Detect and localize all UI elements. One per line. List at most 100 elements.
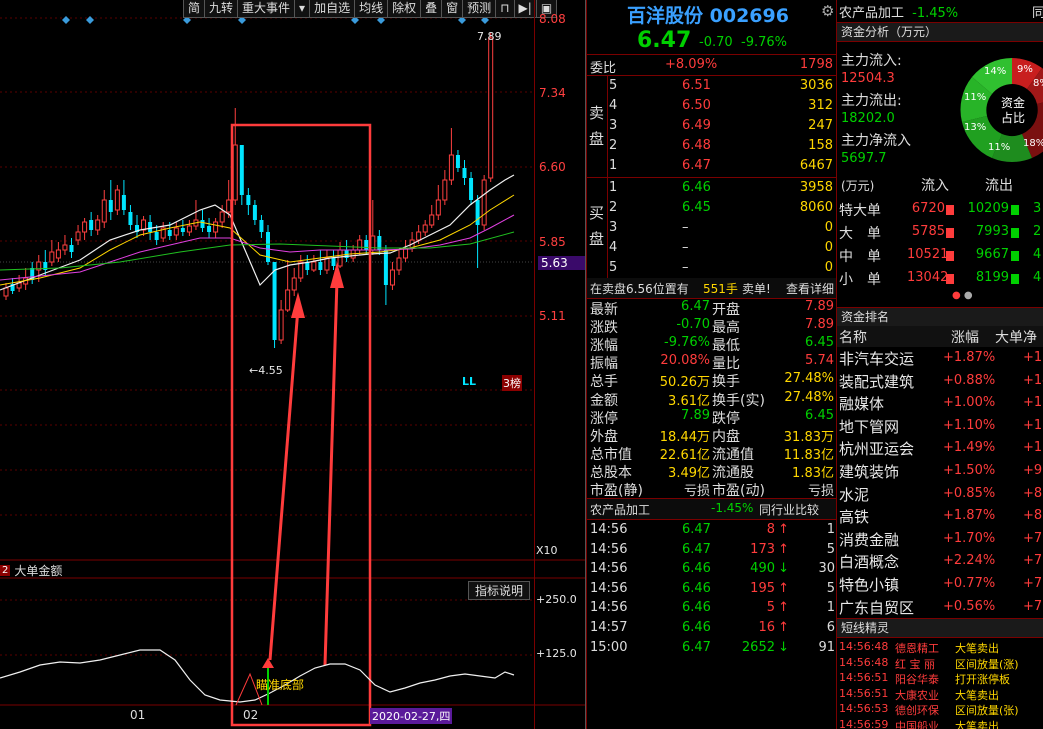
candlestick[interactable] — [364, 240, 369, 250]
candlestick[interactable] — [475, 200, 480, 225]
candlestick[interactable] — [167, 230, 172, 236]
candlestick[interactable] — [416, 231, 422, 241]
rank-row[interactable]: 融媒体 +1.00% +12 — [837, 392, 1043, 414]
buy-level-row[interactable]: 5 – 0 — [587, 258, 837, 278]
candlestick[interactable] — [272, 262, 277, 340]
rank-row[interactable]: 特色小镇 +0.77% +7 — [837, 573, 1043, 595]
sell-level-row[interactable]: 2 6.48 158 — [587, 136, 837, 156]
candlestick[interactable] — [121, 195, 126, 210]
candlestick[interactable] — [396, 257, 402, 271]
toolbar-ma[interactable]: 均线 — [354, 0, 389, 18]
candlestick[interactable] — [435, 199, 441, 216]
candlestick[interactable] — [337, 249, 343, 267]
candlestick[interactable] — [207, 226, 212, 232]
rank-row[interactable]: 杭州亚运会 +1.49% +10 — [837, 437, 1043, 459]
candlestick[interactable] — [186, 225, 192, 233]
rank-row[interactable]: 建筑装饰 +1.50% +9 — [837, 460, 1043, 482]
rank-row[interactable]: 装配式建筑 +0.88% +14 — [837, 370, 1043, 392]
candlestick[interactable] — [442, 179, 448, 201]
candlestick[interactable] — [259, 220, 264, 232]
sell-level-row[interactable]: 3 6.49 247 — [587, 116, 837, 136]
candlestick[interactable] — [62, 244, 68, 251]
rank-row[interactable]: 消费金融 +1.70% +7 — [837, 528, 1043, 550]
candlestick[interactable] — [69, 245, 74, 252]
short-row[interactable]: 14:56:48 德恩精工 大笔卖出 — [837, 640, 1043, 655]
rank-row[interactable]: 广东自贸区 +0.56% +7 — [837, 596, 1043, 618]
candlestick[interactable] — [232, 144, 238, 201]
candlestick[interactable] — [448, 154, 454, 181]
candlestick[interactable] — [383, 250, 388, 285]
candlestick[interactable] — [180, 228, 185, 232]
view-detail-link[interactable]: 查看详细 — [786, 280, 834, 297]
candlestick[interactable] — [324, 257, 330, 271]
candlestick[interactable] — [114, 189, 120, 211]
candlestick[interactable] — [213, 221, 219, 233]
kline-chart[interactable]: 简 九转 重大事件 ▾ 加自选 均线 除权 叠 窗 预测 ⊓ ▶| ▣ 8.08… — [0, 0, 586, 729]
toolbar-jian[interactable]: 简 — [183, 0, 206, 18]
candlestick[interactable] — [173, 227, 179, 236]
candlestick[interactable] — [49, 251, 55, 263]
rank-row[interactable]: 水泥 +0.85% +8 — [837, 483, 1043, 505]
short-row[interactable]: 14:56:59 中国船业 大笔卖出 — [837, 718, 1043, 729]
candlestick[interactable] — [278, 309, 284, 341]
candlestick[interactable] — [318, 262, 323, 270]
candlestick[interactable] — [154, 232, 159, 240]
candlestick[interactable] — [101, 199, 107, 223]
toolbar-overlay[interactable]: 叠 — [420, 0, 443, 18]
candlestick[interactable] — [3, 287, 9, 297]
short-row[interactable]: 14:56:48 红 宝 丽 区间放量(涨) — [837, 656, 1043, 671]
toolbar-jiuzhuan[interactable]: 九转 — [204, 0, 239, 18]
indicator-help-button[interactable]: 指标说明 — [468, 581, 531, 600]
sell-level-row[interactable]: 4 6.50 312 — [587, 96, 837, 116]
candlestick[interactable] — [75, 231, 81, 241]
candlestick[interactable] — [252, 205, 257, 220]
candlestick[interactable] — [462, 168, 467, 178]
buy-level-row[interactable]: 3 – 0 — [587, 218, 837, 238]
candlestick[interactable] — [429, 214, 435, 226]
buy-level-row[interactable]: 1 6.46 3958 — [587, 178, 837, 198]
rank-row[interactable]: 白酒概念 +2.24% +7 — [837, 550, 1043, 572]
candlestick[interactable] — [89, 220, 94, 230]
rank-tag[interactable]: 3榜 — [502, 375, 522, 391]
short-row[interactable]: 14:56:51 大康农业 大笔卖出 — [837, 687, 1043, 702]
big-order-note[interactable]: 在卖盘6.56位置有 551手 卖单! 查看详细 — [587, 278, 837, 298]
candlestick[interactable] — [311, 261, 317, 271]
industry-name[interactable]: 农产品加工 — [590, 501, 650, 518]
candlestick[interactable] — [291, 277, 297, 291]
toolbar-window[interactable]: 窗 — [441, 0, 464, 18]
subchart-title[interactable]: 大单金额 — [14, 562, 62, 579]
rank-row[interactable]: 高铁 +1.87% +8 — [837, 505, 1043, 527]
candlestick[interactable] — [141, 219, 147, 231]
toolbar-add-watch[interactable]: 加自选 — [309, 0, 356, 18]
candlestick[interactable] — [389, 269, 395, 286]
candlestick[interactable] — [128, 212, 133, 225]
subchart-badge[interactable]: 2 — [0, 564, 11, 576]
candlestick[interactable] — [148, 222, 153, 232]
candlestick[interactable] — [298, 261, 304, 279]
lock-icon[interactable]: ⊓ — [495, 0, 515, 18]
candlestick[interactable] — [481, 179, 487, 226]
candlestick[interactable] — [422, 224, 428, 233]
candlestick[interactable] — [246, 195, 251, 205]
industry-compare-button[interactable]: 同行业比较 — [759, 501, 819, 518]
candlestick[interactable] — [357, 239, 363, 251]
sector-header[interactable]: 农产品加工 -1.45% — [839, 2, 958, 21]
sell-level-row[interactable]: 1 6.47 6467 — [587, 156, 837, 176]
stock-title[interactable]: 百洋股份 002696 — [627, 1, 789, 28]
page-dots[interactable]: ● ● — [952, 290, 973, 301]
candlestick[interactable] — [95, 219, 101, 231]
buy-level-row[interactable]: 2 6.45 8060 — [587, 198, 837, 218]
candlestick[interactable] — [469, 178, 474, 200]
short-row[interactable]: 14:56:51 阳谷华泰 打开涨停板 — [837, 671, 1043, 686]
candlestick[interactable] — [239, 145, 244, 195]
toolbar-dropdown[interactable]: ▾ — [294, 0, 311, 18]
candlestick[interactable] — [108, 200, 113, 212]
candlestick[interactable] — [488, 37, 494, 179]
candlestick[interactable] — [285, 289, 291, 311]
rank-row[interactable]: 地下管网 +1.10% +11 — [837, 415, 1043, 437]
rank-row[interactable]: 非汽车交运 +1.87% +15 — [837, 347, 1043, 369]
candlestick[interactable] — [200, 220, 205, 228]
buy-level-row[interactable]: 4 – 0 — [587, 238, 837, 258]
candlestick[interactable] — [219, 211, 225, 223]
candlestick[interactable] — [331, 258, 336, 266]
